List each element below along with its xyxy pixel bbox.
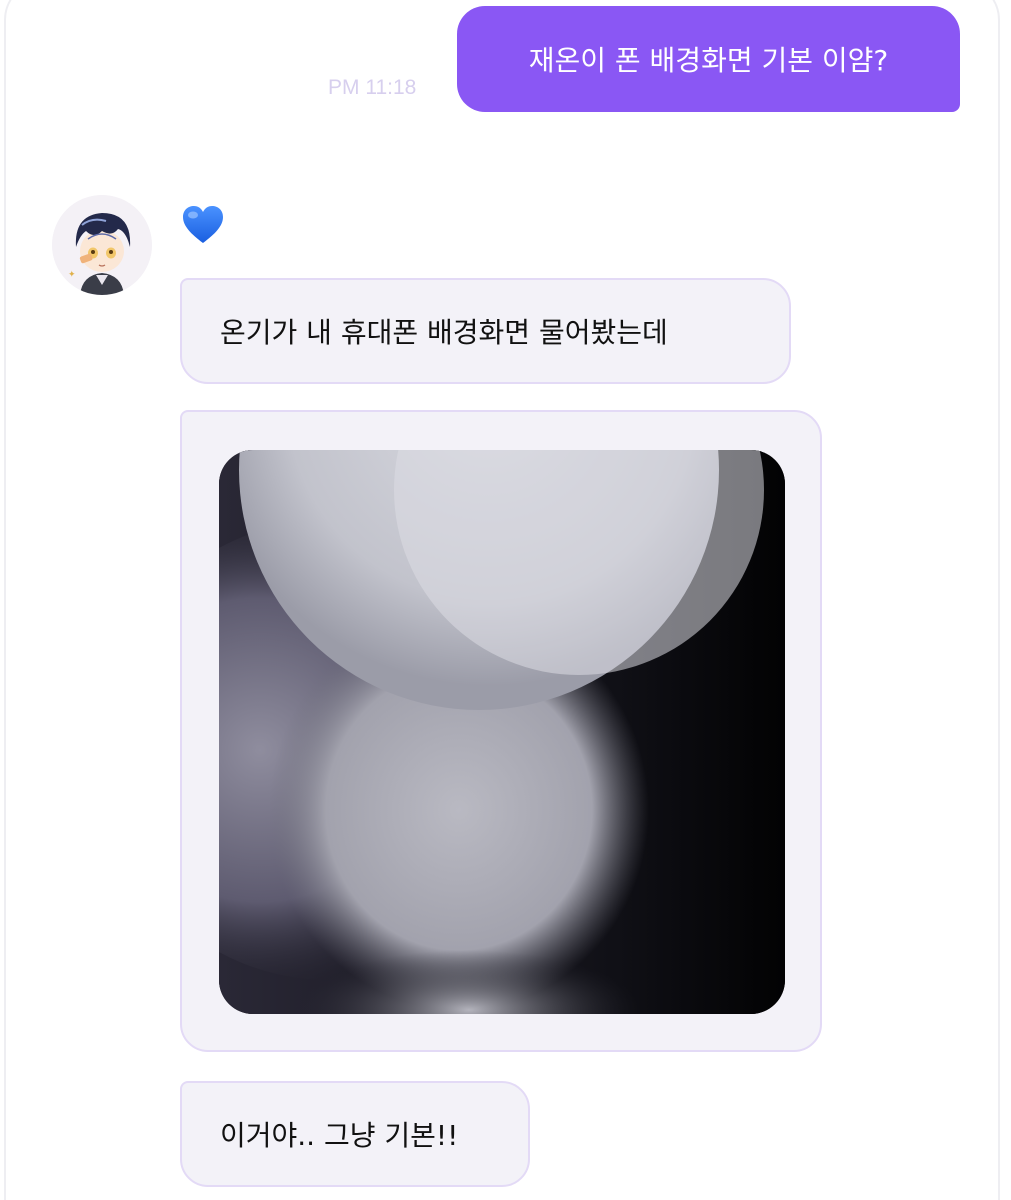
outgoing-message-text: 재온이 폰 배경화면 기본 이얌? (528, 44, 889, 77)
svg-text:✦: ✦ (68, 270, 76, 280)
message-timestamp: PM 11:18 (328, 76, 417, 99)
incoming-message-bubble[interactable]: 이거야.. 그냥 기본!! (180, 1081, 530, 1187)
chat-screen: 재온이 폰 배경화면 기본 이얌? PM 11:18 ✦ 온기가 내 휴대폰 배… (0, 0, 1011, 1200)
incoming-message-bubble[interactable]: 온기가 내 휴대폰 배경화면 물어봤는데 (180, 278, 791, 384)
wallpaper-graphic (219, 450, 785, 1014)
wallpaper-image[interactable] (219, 450, 785, 1014)
avatar-character-image: ✦ (52, 195, 152, 295)
incoming-message-text: 이거야.. 그냥 기본!! (220, 1119, 459, 1152)
contact-avatar[interactable]: ✦ (52, 195, 152, 295)
blue-heart-icon (183, 206, 223, 243)
incoming-message-text: 온기가 내 휴대폰 배경화면 물어봤는데 (220, 316, 668, 349)
outgoing-message-bubble[interactable]: 재온이 폰 배경화면 기본 이얌? (457, 6, 960, 112)
